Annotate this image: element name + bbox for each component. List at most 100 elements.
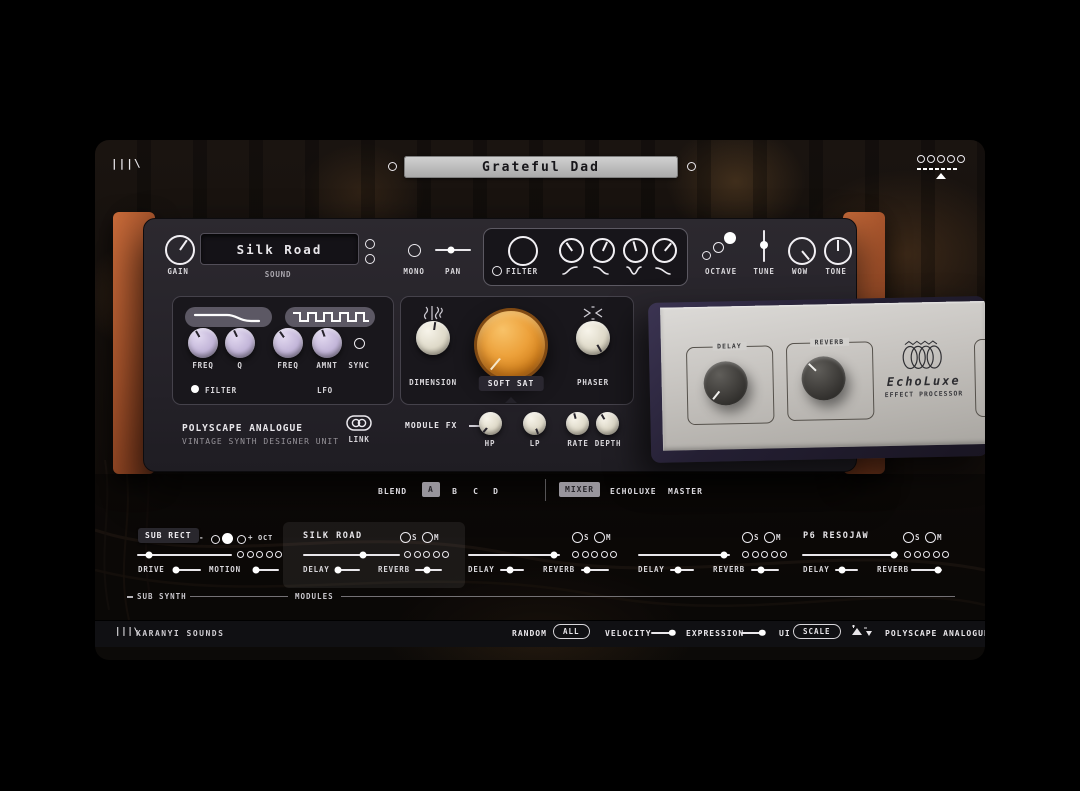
filter-type2-knob[interactable] [590, 238, 615, 263]
filter-type3-knob[interactable] [623, 238, 648, 263]
module-2-level-slider[interactable] [468, 554, 560, 556]
sound-display[interactable]: Silk Road [200, 233, 359, 265]
module-2-mute-toggle[interactable] [594, 532, 605, 543]
link-icon[interactable] [346, 415, 372, 431]
triangle-up-icon [936, 173, 946, 179]
octave-high-dot[interactable] [724, 232, 736, 244]
pan-slider[interactable] [435, 249, 471, 251]
sub-steps-indicator[interactable] [237, 551, 282, 558]
depth-knob[interactable] [596, 412, 619, 435]
ui-scale-icon[interactable] [849, 625, 875, 640]
module-4-level-slider[interactable] [802, 554, 898, 556]
module-3-delay-label: DELAY [638, 565, 665, 574]
gain-knob[interactable] [165, 235, 195, 265]
module-1-steps-indicator[interactable] [404, 551, 449, 558]
plugin-window: |||\ Grateful Dad GAIN Silk Road SOUND M… [95, 140, 985, 660]
filter-type4-knob[interactable] [652, 238, 677, 263]
module-3-mute-toggle[interactable] [764, 532, 775, 543]
wow-knob[interactable] [788, 237, 816, 265]
mono-toggle[interactable] [408, 244, 421, 257]
velocity-slider[interactable] [651, 632, 675, 634]
hp-knob[interactable] [479, 412, 502, 435]
filter-enable-toggle[interactable] [492, 266, 502, 276]
tab-blend-a[interactable]: A [422, 482, 440, 497]
tone-knob[interactable] [824, 237, 852, 265]
filter-freq-knob[interactable] [188, 328, 218, 358]
module-2-solo-label: S [584, 533, 589, 542]
oct-dot-mid[interactable] [222, 533, 233, 544]
preset-next-button[interactable] [687, 162, 696, 171]
filter-type1-knob[interactable] [559, 238, 584, 263]
lp-knob[interactable] [523, 412, 546, 435]
drive-label: DRIVE [138, 565, 165, 574]
oct-plus[interactable]: + [248, 533, 253, 542]
sync-toggle[interactable] [354, 338, 365, 349]
tone-label: TONE [825, 267, 846, 276]
tune-slider-dot[interactable] [760, 241, 768, 249]
oct-dot-low[interactable] [211, 535, 220, 544]
module-4-solo-toggle[interactable] [903, 532, 914, 543]
depth-label: DEPTH [595, 439, 622, 448]
module-3-solo-toggle[interactable] [742, 532, 753, 543]
tab-blend-c[interactable]: C [473, 487, 479, 496]
module-4-steps-indicator[interactable] [904, 551, 949, 558]
module-3-delay-slider[interactable] [670, 569, 694, 571]
keys-icon[interactable] [917, 155, 965, 179]
tab-blend-d[interactable]: D [493, 487, 499, 496]
rate-knob[interactable] [566, 412, 589, 435]
octave-low-dot[interactable] [702, 251, 711, 260]
module-1-mute-toggle[interactable] [422, 532, 433, 543]
lfo-freq-knob[interactable] [273, 328, 303, 358]
tab-master[interactable]: MASTER [668, 487, 703, 496]
sound-down-button[interactable] [365, 254, 375, 264]
filter-q-knob[interactable] [225, 328, 255, 358]
preset-prev-button[interactable] [388, 162, 397, 171]
random-scope-button[interactable]: ALL [553, 624, 590, 639]
sub-mode-button[interactable]: SUB RECT [138, 528, 199, 543]
oct-minus[interactable]: - [199, 533, 204, 542]
module-1-delay-slider[interactable] [335, 569, 360, 571]
module-4-mute-toggle[interactable] [925, 532, 936, 543]
expression-label: EXPRESSION [686, 629, 744, 638]
sub-level-slider[interactable] [137, 554, 232, 556]
tab-echoluxe[interactable]: ECHOLUXE [610, 487, 657, 496]
highpass-curve-icon [562, 264, 578, 276]
ui-scale-button[interactable]: SCALE [793, 624, 841, 639]
module-1-level-slider[interactable] [303, 554, 400, 556]
module-1-solo-toggle[interactable] [400, 532, 411, 543]
oct-dot-high[interactable] [237, 535, 246, 544]
module-4-delay-slider[interactable] [835, 569, 858, 571]
dimension-label: DIMENSION [409, 378, 457, 387]
lfo-wave-screen[interactable] [285, 307, 375, 327]
screenshot-stage: |||\ Grateful Dad GAIN Silk Road SOUND M… [0, 0, 1080, 791]
drive-slider[interactable] [175, 569, 201, 571]
filter-curve-screen[interactable] [185, 307, 272, 327]
motion-slider[interactable] [253, 569, 279, 571]
module-2-reverb-slider[interactable] [581, 569, 609, 571]
module-3-level-slider[interactable] [638, 554, 730, 556]
sound-up-button[interactable] [365, 239, 375, 249]
module-2-solo-toggle[interactable] [572, 532, 583, 543]
lfo-panel-label: LFO [317, 386, 333, 395]
preset-display[interactable]: Grateful Dad [404, 156, 678, 178]
tab-mixer[interactable]: MIXER [559, 482, 600, 497]
octave-mid-dot[interactable] [713, 242, 724, 253]
tune-label: TUNE [753, 267, 774, 276]
unit-title: POLYSCAPE ANALOGUE [182, 423, 303, 434]
phaser-knob[interactable] [576, 321, 610, 355]
module-4-reverb-slider[interactable] [911, 569, 942, 571]
lfo-amount-knob[interactable] [312, 328, 342, 358]
module-1-reverb-slider[interactable] [415, 569, 442, 571]
wow-label: WOW [792, 267, 808, 276]
filter-main-knob[interactable] [508, 236, 538, 266]
expression-slider[interactable] [741, 632, 765, 634]
dimension-knob[interactable] [416, 321, 450, 355]
tab-blend-b[interactable]: B [452, 487, 458, 496]
module-3-reverb-slider[interactable] [751, 569, 779, 571]
module-2-delay-slider[interactable] [500, 569, 524, 571]
module-2-steps-indicator[interactable] [572, 551, 617, 558]
module-4-delay-label: DELAY [803, 565, 830, 574]
soft-sat-knob[interactable] [474, 308, 548, 382]
module-3-steps-indicator[interactable] [742, 551, 787, 558]
filter-active-dot[interactable] [191, 385, 199, 393]
